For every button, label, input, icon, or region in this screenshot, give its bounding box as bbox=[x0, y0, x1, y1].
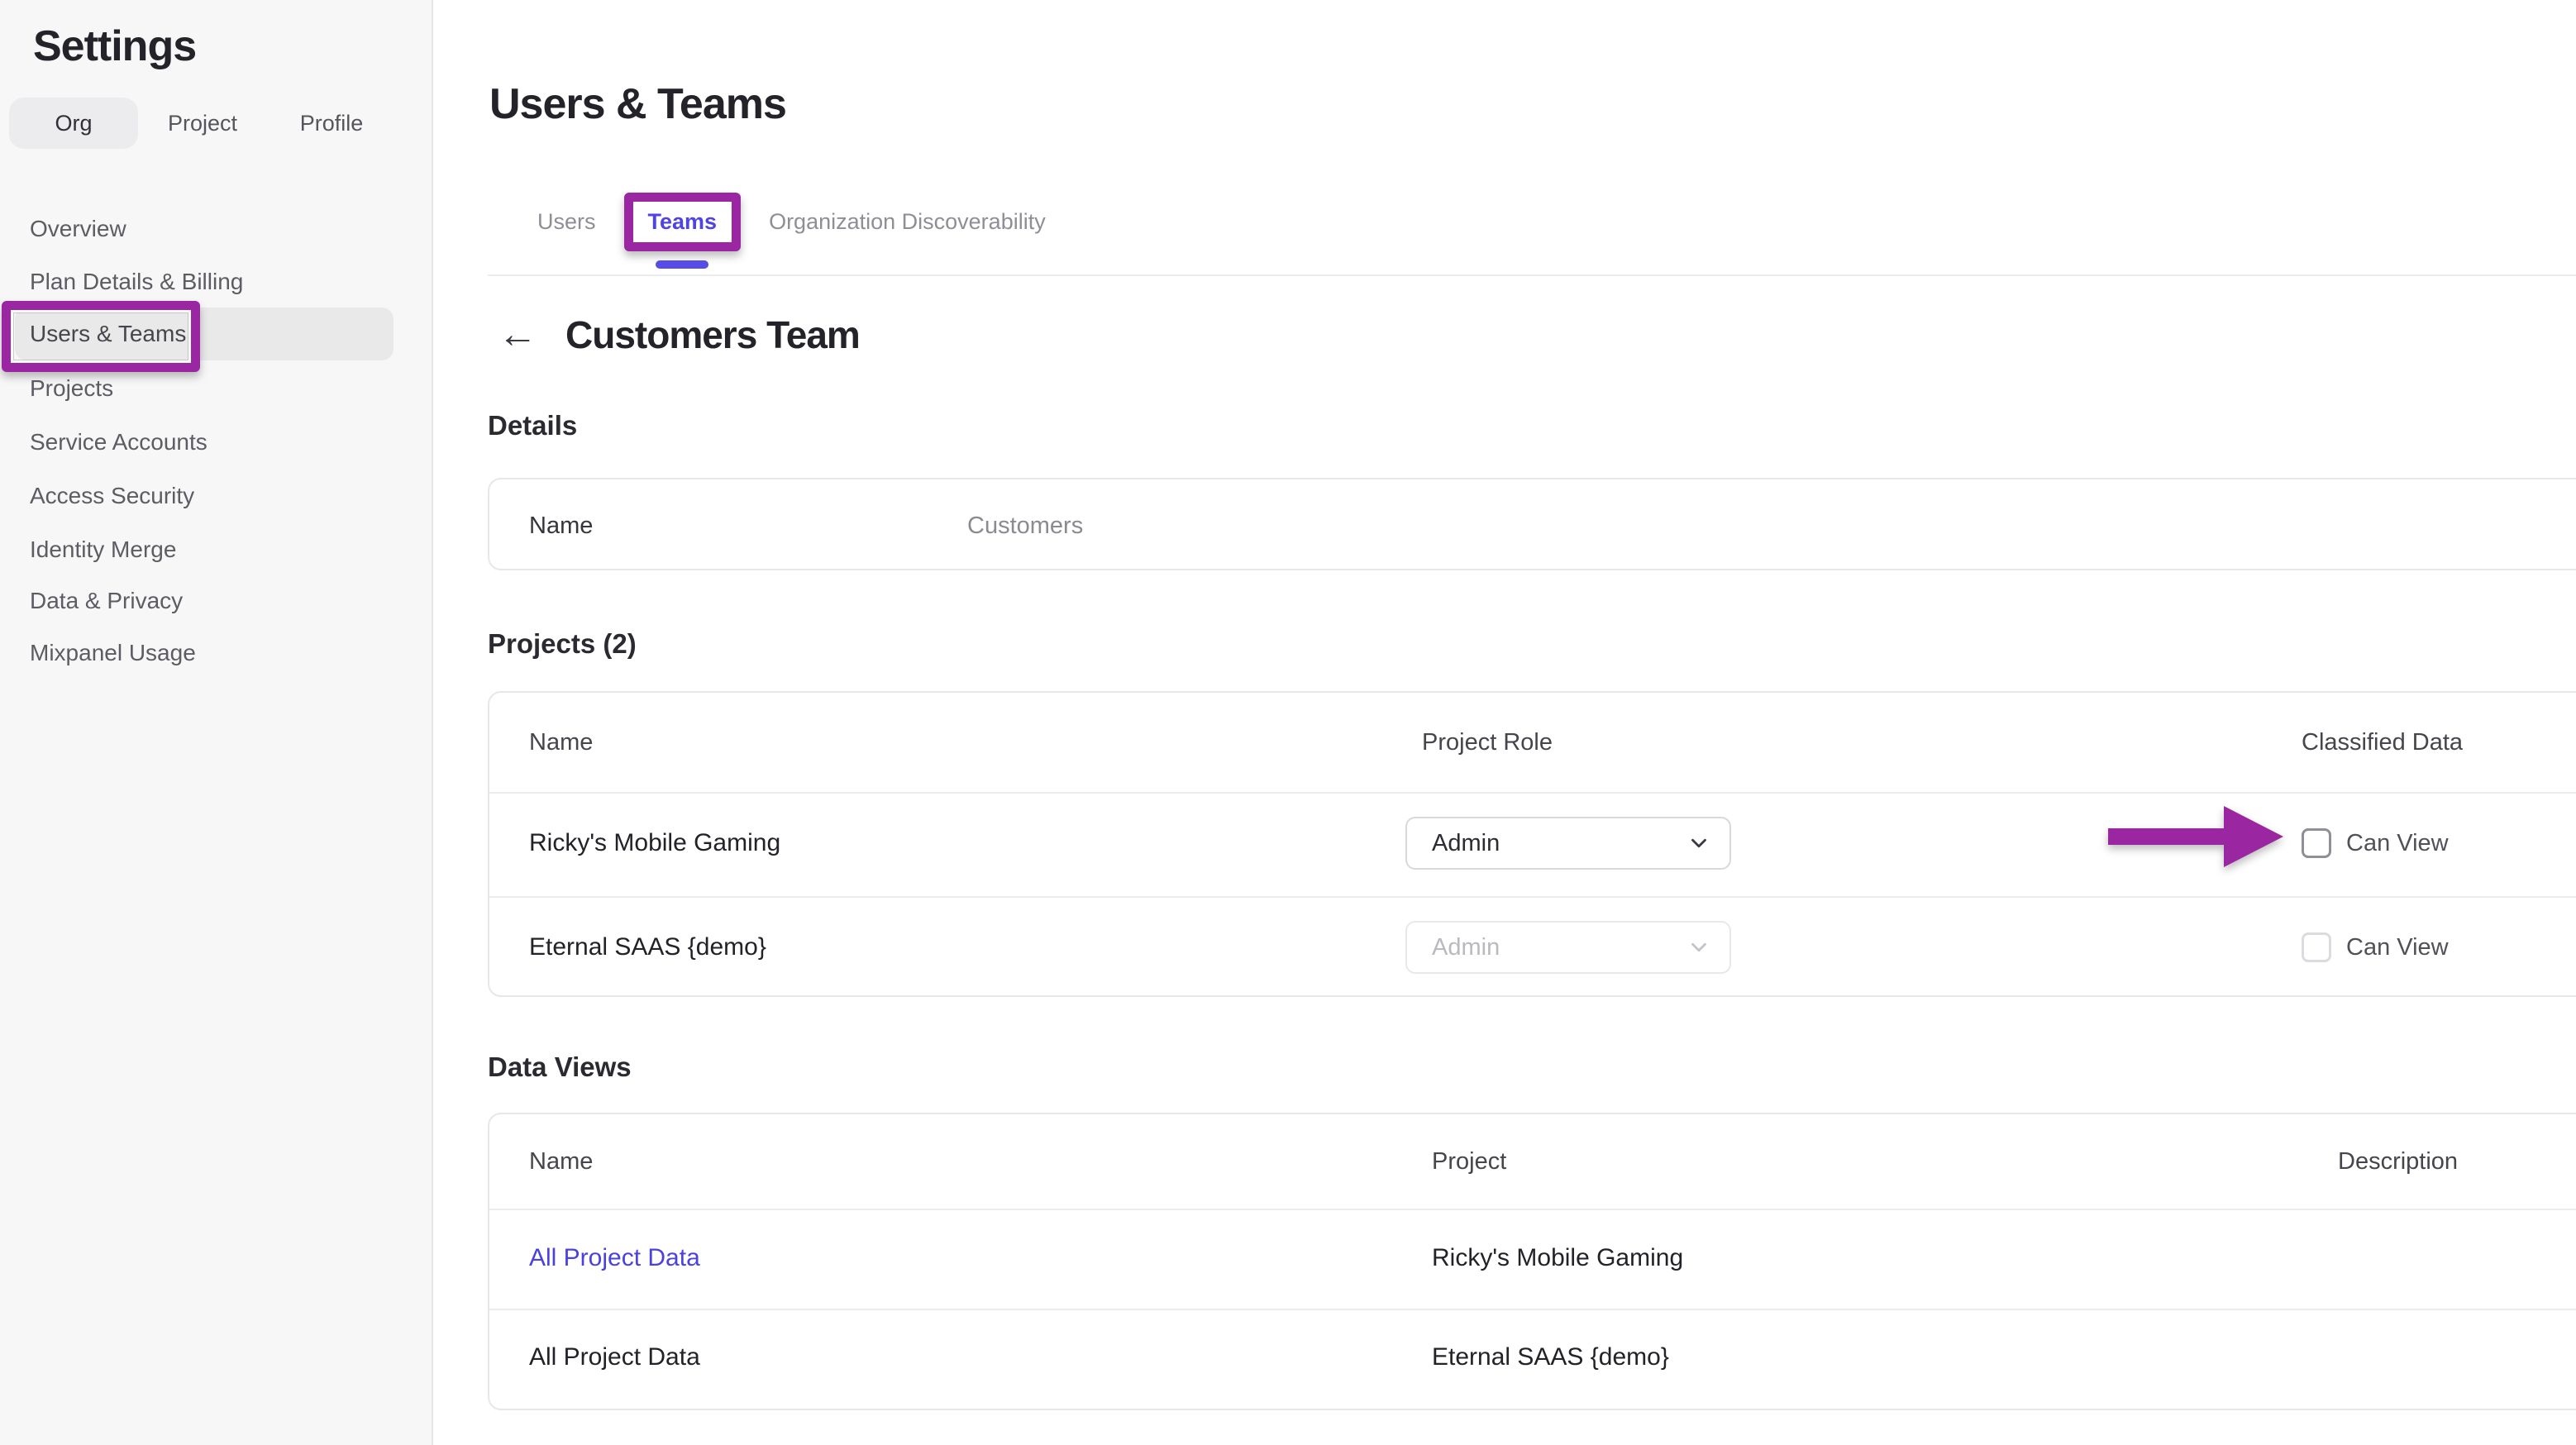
data-views-col-project: Project bbox=[1432, 1147, 1506, 1176]
tab-organization-discoverability[interactable]: Organization Discoverability bbox=[769, 209, 1046, 235]
sidebar-item-mixpanel-usage[interactable]: Mixpanel Usage bbox=[15, 627, 394, 680]
project-name: Ricky's Mobile Gaming bbox=[529, 828, 780, 858]
classified-can-view-checkbox[interactable] bbox=[2302, 828, 2331, 858]
details-heading: Details bbox=[488, 410, 577, 441]
data-view-name-link[interactable]: All Project Data bbox=[529, 1243, 700, 1273]
tab-teams[interactable]: Teams bbox=[648, 209, 718, 235]
data-views-col-description: Description bbox=[2338, 1147, 2458, 1176]
annotation-box-teams-tab: Teams bbox=[624, 193, 742, 251]
settings-scope-tabs: Org Project Profile bbox=[9, 98, 404, 149]
data-views-col-name: Name bbox=[529, 1147, 593, 1176]
project-role-select-disabled: Admin bbox=[1405, 921, 1731, 974]
can-view-label: Can View bbox=[2346, 828, 2449, 858]
projects-col-name: Name bbox=[529, 727, 593, 757]
scope-tab-org[interactable]: Org bbox=[9, 98, 138, 149]
sidebar-item-access-security[interactable]: Access Security bbox=[15, 470, 394, 522]
details-card: Name Customers bbox=[488, 478, 2576, 570]
chevron-down-icon bbox=[1686, 935, 1711, 960]
sidebar-item-users-teams[interactable]: Users & Teams bbox=[15, 308, 394, 360]
sidebar-item-service-accounts[interactable]: Service Accounts bbox=[15, 416, 394, 469]
details-name-label: Name bbox=[529, 511, 593, 541]
data-views-table: Name Project Description All Project Dat… bbox=[488, 1113, 2576, 1410]
projects-col-classified-data: Classified Data bbox=[2302, 727, 2463, 757]
tab-users[interactable]: Users bbox=[537, 209, 596, 235]
chevron-down-icon bbox=[1686, 831, 1711, 856]
data-view-name: All Project Data bbox=[529, 1342, 700, 1372]
sidebar-item-plan-details-billing[interactable]: Plan Details & Billing bbox=[15, 255, 394, 308]
active-tab-underline bbox=[656, 260, 708, 269]
table-divider bbox=[489, 896, 2576, 898]
table-divider bbox=[489, 1209, 2576, 1210]
details-name-value: Customers bbox=[967, 511, 1083, 541]
sidebar-item-identity-merge[interactable]: Identity Merge bbox=[15, 523, 394, 576]
project-role-select[interactable]: Admin bbox=[1405, 817, 1731, 870]
data-view-project: Eternal SAAS {demo} bbox=[1432, 1342, 1669, 1372]
sidebar-item-data-privacy[interactable]: Data & Privacy bbox=[15, 575, 394, 627]
project-role-value: Admin bbox=[1432, 934, 1500, 961]
data-views-heading: Data Views bbox=[488, 1052, 632, 1083]
sidebar-item-projects[interactable]: Projects bbox=[15, 362, 394, 415]
back-arrow-button[interactable]: ← bbox=[494, 311, 541, 357]
scope-tab-profile[interactable]: Profile bbox=[267, 98, 396, 149]
scope-tab-project[interactable]: Project bbox=[138, 98, 267, 149]
page-title: Users & Teams bbox=[489, 79, 786, 129]
data-view-project: Ricky's Mobile Gaming bbox=[1432, 1243, 1683, 1273]
annotation-arrow bbox=[2108, 802, 2283, 871]
settings-title: Settings bbox=[33, 21, 196, 71]
team-title: Customers Team bbox=[565, 312, 860, 357]
classified-can-view-checkbox-disabled bbox=[2302, 932, 2331, 962]
table-divider bbox=[489, 792, 2576, 794]
main-tab-bar: Users Teams Organization Discoverability bbox=[537, 188, 1046, 255]
can-view-label: Can View bbox=[2346, 932, 2449, 962]
sidebar-item-overview[interactable]: Overview bbox=[15, 203, 394, 255]
project-role-value: Admin bbox=[1432, 830, 1500, 857]
tab-bar-divider bbox=[488, 274, 2576, 276]
projects-heading: Projects (2) bbox=[488, 628, 637, 660]
settings-sidebar: Settings Org Project Profile Overview Pl… bbox=[0, 0, 433, 1445]
projects-col-project-role: Project Role bbox=[1422, 727, 1553, 757]
project-name: Eternal SAAS {demo} bbox=[529, 932, 766, 962]
table-divider bbox=[489, 1309, 2576, 1310]
